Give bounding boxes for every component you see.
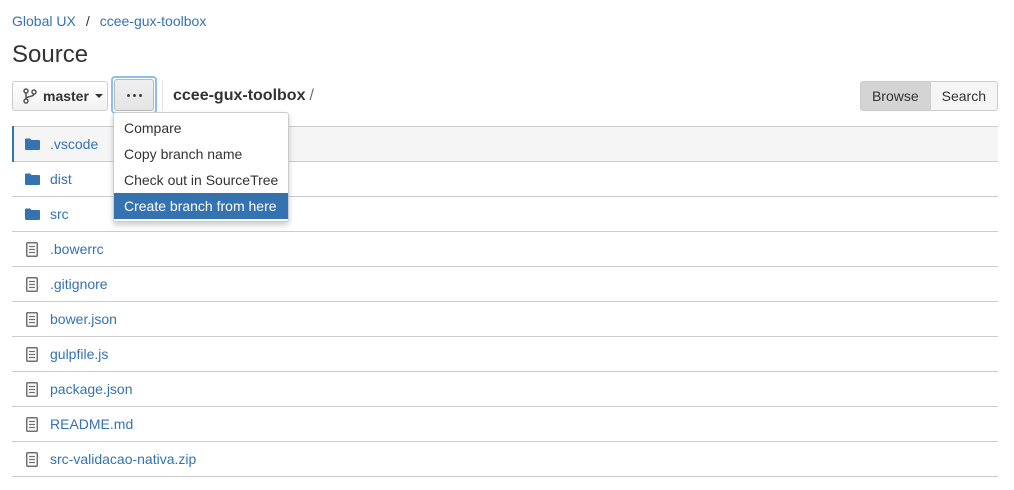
file-row[interactable]: src-validacao-nativa.zip [12, 442, 998, 477]
toolbar-divider [162, 81, 163, 111]
page-title: Source [12, 41, 89, 68]
menu-item-create-branch[interactable]: Create branch from here [114, 193, 288, 219]
file-name-link[interactable]: bower.json [50, 311, 117, 327]
file-name-link[interactable]: src-validacao-nativa.zip [50, 451, 196, 467]
file-name-link[interactable]: .bowerrc [50, 241, 104, 257]
file-icon [24, 311, 40, 327]
search-button[interactable]: Search [929, 81, 998, 111]
file-icon [24, 451, 40, 467]
file-icon [24, 416, 40, 432]
file-name-link[interactable]: .vscode [50, 136, 98, 152]
file-name-link[interactable]: src [50, 206, 69, 222]
menu-item-compare[interactable]: Compare [114, 115, 288, 141]
breadcrumb-project[interactable]: Global UX [12, 13, 76, 29]
file-name-link[interactable]: gulpfile.js [50, 346, 108, 362]
file-name-link[interactable]: dist [50, 171, 72, 187]
file-row[interactable]: gulpfile.js [12, 337, 998, 372]
file-icon [24, 346, 40, 362]
breadcrumb: Global UX / ccee-gux-toolbox [12, 12, 206, 30]
more-actions-button[interactable] [114, 79, 154, 111]
file-row[interactable]: package.json [12, 372, 998, 407]
file-row[interactable]: bower.json [12, 302, 998, 337]
source-toolbar: master ccee-gux-toolbox / Browse Search [12, 76, 998, 114]
file-icon [24, 276, 40, 292]
file-row[interactable]: .bowerrc [12, 232, 998, 267]
folder-icon [24, 136, 40, 152]
path-separator: / [309, 87, 314, 104]
chevron-down-icon [94, 94, 103, 98]
file-name-link[interactable]: package.json [50, 381, 133, 397]
menu-item-copy-branch-name[interactable]: Copy branch name [114, 141, 288, 167]
file-name-link[interactable]: .gitignore [50, 276, 108, 292]
view-toggle: Browse Search [859, 81, 998, 111]
branch-icon [23, 88, 37, 104]
breadcrumb-repo[interactable]: ccee-gux-toolbox [100, 13, 207, 29]
folder-icon [24, 171, 40, 187]
folder-icon [24, 206, 40, 222]
branch-actions-menu: Compare Copy branch name Check out in Sour… [113, 112, 289, 222]
browse-button[interactable]: Browse [859, 81, 930, 111]
file-row[interactable]: README.md [12, 407, 998, 442]
breadcrumb-separator: / [85, 13, 90, 29]
menu-item-checkout-sourcetree[interactable]: Check out in SourceTree [114, 167, 288, 193]
file-icon [24, 381, 40, 397]
file-row[interactable]: .gitignore [12, 267, 998, 302]
branch-name: master [43, 88, 89, 104]
repo-path-root[interactable]: ccee-gux-toolbox [173, 87, 305, 104]
file-name-link[interactable]: README.md [50, 416, 133, 432]
file-icon [24, 241, 40, 257]
repo-path: ccee-gux-toolbox / [173, 86, 314, 106]
more-icon [126, 93, 130, 97]
branch-selector-button[interactable]: master [12, 81, 108, 111]
